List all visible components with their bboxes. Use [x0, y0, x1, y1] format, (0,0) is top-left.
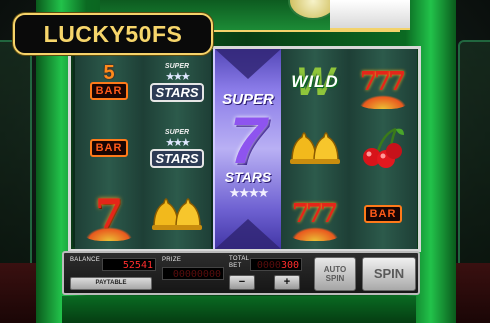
chevron-up-icon [215, 219, 281, 249]
bar-label: BAR [363, 205, 403, 223]
bar-label: BAR [89, 139, 129, 157]
bell-icon [152, 198, 202, 230]
stars-icon: ★★★ [165, 136, 191, 149]
autospin-button[interactable]: AUTO SPIN [314, 257, 356, 291]
symbol-triple-seven: 7 7 7 [349, 49, 417, 115]
bet-decrease-button[interactable]: − [229, 275, 255, 290]
wild-label: WILD [291, 72, 339, 91]
promo-code-badge: LUCKY50FS [13, 13, 213, 55]
reel-3-super-seven: SUPER 7 STARS ★★★★ [213, 49, 283, 249]
symbol-bar: BAR [75, 115, 143, 181]
flame-icon [359, 95, 407, 109]
control-panel: BALANCE 52541 PAYTABLE PRIZE 00000000 TO… [62, 251, 420, 295]
symbol-triple-seven: 7 7 7 [281, 181, 349, 247]
symbol-5-bar: 5 BAR [75, 49, 143, 115]
autospin-label-line2: SPIN [325, 274, 345, 283]
chevron-down-icon [215, 49, 281, 79]
stars-label: STARS [224, 169, 272, 185]
cherry-icon [363, 127, 404, 168]
paytable-button[interactable]: PAYTABLE [70, 277, 152, 290]
stars-label: STARS [150, 82, 204, 102]
slot-game-scene: ★ ★ ★ 5 BAR BAR 7 [0, 0, 490, 323]
symbol-bell [143, 181, 211, 247]
triple-seven-glyphs: 7 7 7 [292, 199, 339, 229]
reel-1: 5 BAR BAR 7 [75, 49, 143, 249]
balance-value: 52541 [122, 260, 153, 271]
reel-4: W WILD 7 7 7 [281, 49, 349, 249]
prize-value: 00000000 [172, 269, 221, 280]
total-bet-dim-digits: 0000 [256, 260, 281, 271]
bet-increase-button[interactable]: + [274, 275, 300, 290]
triple-seven-glyphs: 7 7 7 [360, 67, 407, 97]
bar-label: BAR [89, 82, 129, 100]
symbol-bar: BAR [349, 181, 417, 247]
cabinet-base [62, 296, 416, 323]
bell-icon [290, 132, 340, 164]
cabinet-top-light [330, 0, 410, 30]
seven-glyph: 7 [229, 103, 267, 177]
stars-label: STARS [150, 148, 204, 168]
five-number: 5 [103, 62, 115, 84]
symbol-super-stars: SUPER ★★★ STARS [143, 115, 211, 181]
promo-code-text: LUCKY50FS [43, 20, 183, 47]
prize-display: 00000000 [162, 267, 224, 280]
balance-label: BALANCE [70, 257, 101, 263]
super-label: SUPER [164, 62, 190, 70]
background-slot-machine-right [458, 40, 490, 274]
seven-glyph: 7 [320, 199, 339, 229]
autospin-label-line1: AUTO [323, 265, 347, 274]
total-bet-label-line2: BET [229, 263, 242, 269]
total-bet-label-line1: TOTAL [229, 256, 250, 262]
spin-button[interactable]: SPIN [362, 257, 416, 291]
symbol-super-stars: SUPER ★★★ STARS [143, 49, 211, 115]
total-bet-display: 0000300 [250, 258, 302, 271]
super-label: SUPER [164, 128, 190, 136]
seven-glyph: 7 [388, 67, 407, 97]
reel-5: 7 7 7 BAR [349, 49, 417, 249]
symbol-seven: 7 [75, 181, 143, 247]
symbol-wild: W WILD [281, 49, 349, 115]
reel-2: SUPER ★★★ STARS SUPER ★★★ STARS [143, 49, 211, 249]
balance-display: 52541 [102, 258, 156, 271]
background-slot-machine-left [0, 40, 32, 274]
symbol-cherries [349, 115, 417, 181]
total-bet-value: 300 [280, 260, 299, 271]
prize-label: PRIZE [162, 257, 182, 263]
reels-window: 5 BAR BAR 7 SUPER ★★★ STARS SUPER ★★★ ST… [68, 46, 421, 252]
stars-icon: ★★★ [165, 70, 191, 83]
flame-icon [85, 227, 133, 241]
flame-icon [291, 227, 339, 241]
symbol-bell [281, 115, 349, 181]
stars-icon: ★★★★ [228, 185, 270, 200]
